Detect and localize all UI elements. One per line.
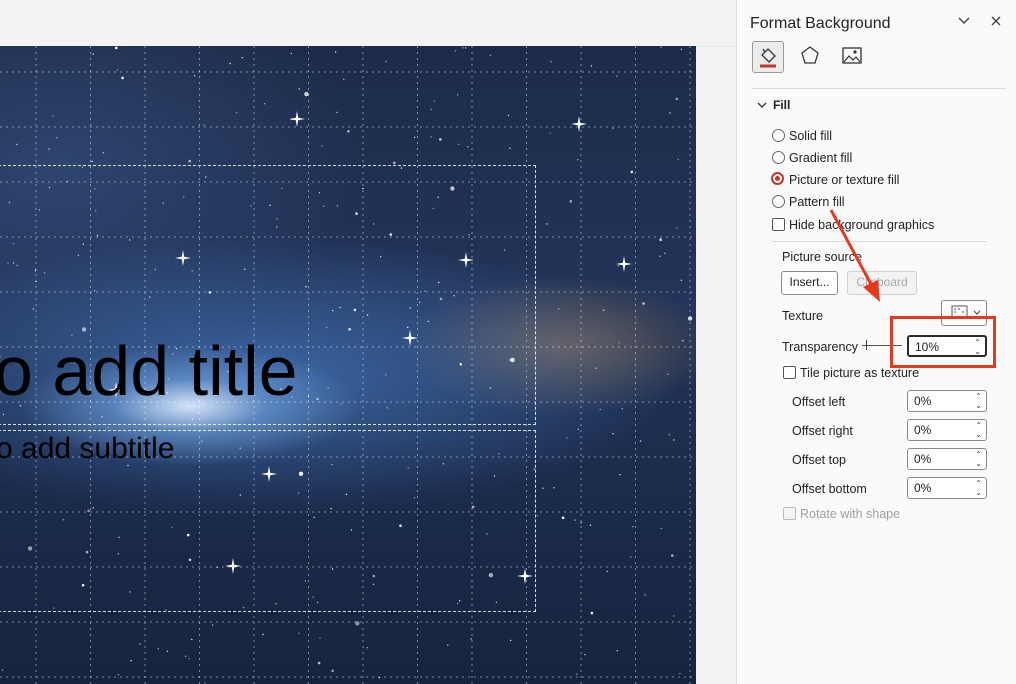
- slider-thumb[interactable]: [866, 340, 867, 350]
- offset-right-label: Offset right: [792, 424, 853, 438]
- offset-left-value[interactable]: 0%: [914, 394, 931, 408]
- tab-picture[interactable]: [837, 41, 867, 71]
- annotation-highlight-box: [890, 316, 996, 368]
- transparency-label: Transparency: [782, 340, 858, 354]
- fill-bucket-icon: [760, 48, 776, 68]
- offset-top-spinner[interactable]: 0% ⌃ ⌄: [907, 448, 987, 470]
- slide-subtitle-text[interactable]: o add subtitle: [0, 432, 174, 466]
- pentagon-icon: [801, 46, 819, 64]
- offset-bottom-value[interactable]: 0%: [914, 481, 931, 495]
- offset-right-spinner[interactable]: 0% ⌃ ⌄: [907, 419, 987, 441]
- picture-icon: [842, 47, 862, 64]
- offset-left-label: Offset left: [792, 395, 846, 409]
- radio-gradient-fill[interactable]: [772, 151, 785, 164]
- offset-top-value[interactable]: 0%: [914, 452, 931, 466]
- tab-fill[interactable]: [752, 41, 784, 73]
- clipboard-button[interactable]: Clipboard: [847, 271, 917, 295]
- spinner-arrows-icon[interactable]: ⌃ ⌄: [975, 392, 982, 410]
- label-gradient-fill[interactable]: Gradient fill: [789, 151, 852, 165]
- chevron-down-icon[interactable]: [955, 14, 973, 32]
- label-hide-background-graphics[interactable]: Hide background graphics: [789, 218, 934, 232]
- fill-section-label: Fill: [773, 98, 791, 112]
- radio-picture-texture-fill[interactable]: [771, 172, 784, 185]
- label-picture-texture-fill[interactable]: Picture or texture fill: [789, 173, 899, 187]
- offset-right-value[interactable]: 0%: [914, 423, 931, 437]
- ribbon-area: [0, 0, 736, 47]
- hide-background-graphics-checkbox[interactable]: [772, 218, 785, 231]
- label-tile-picture[interactable]: Tile picture as texture: [800, 366, 919, 380]
- section-divider: [772, 241, 987, 242]
- tab-effects[interactable]: [795, 41, 825, 71]
- label-pattern-fill[interactable]: Pattern fill: [789, 195, 845, 209]
- tile-picture-checkbox[interactable]: [783, 366, 796, 379]
- offset-bottom-spinner[interactable]: 0% ⌃ ⌄: [907, 477, 987, 499]
- label-solid-fill[interactable]: Solid fill: [789, 129, 832, 143]
- close-icon[interactable]: [987, 14, 1005, 32]
- pane-title: Format Background: [750, 15, 891, 32]
- texture-label: Texture: [782, 309, 823, 323]
- picture-source-label: Picture source: [782, 250, 862, 264]
- label-rotate-with-shape[interactable]: Rotate with shape: [800, 507, 900, 521]
- offset-top-label: Offset top: [792, 453, 846, 467]
- insert-button[interactable]: Insert...: [781, 271, 838, 295]
- slide-canvas[interactable]: o add title o add subtitle: [0, 46, 696, 684]
- spinner-arrows-icon[interactable]: ⌃ ⌄: [975, 421, 982, 439]
- radio-pattern-fill[interactable]: [772, 195, 785, 208]
- tab-divider: [752, 88, 1006, 89]
- offset-bottom-label: Offset bottom: [792, 482, 867, 496]
- rotate-with-shape-checkbox[interactable]: [783, 507, 796, 520]
- spinner-arrows-icon[interactable]: ⌃ ⌄: [975, 479, 982, 497]
- slide-title-text[interactable]: o add title: [0, 331, 298, 411]
- chevron-down-icon: [757, 102, 767, 108]
- offset-left-spinner[interactable]: 0% ⌃ ⌄: [907, 390, 987, 412]
- spinner-arrows-icon[interactable]: ⌃ ⌄: [975, 450, 982, 468]
- radio-solid-fill[interactable]: [772, 129, 785, 142]
- fill-section-header[interactable]: Fill: [757, 97, 857, 113]
